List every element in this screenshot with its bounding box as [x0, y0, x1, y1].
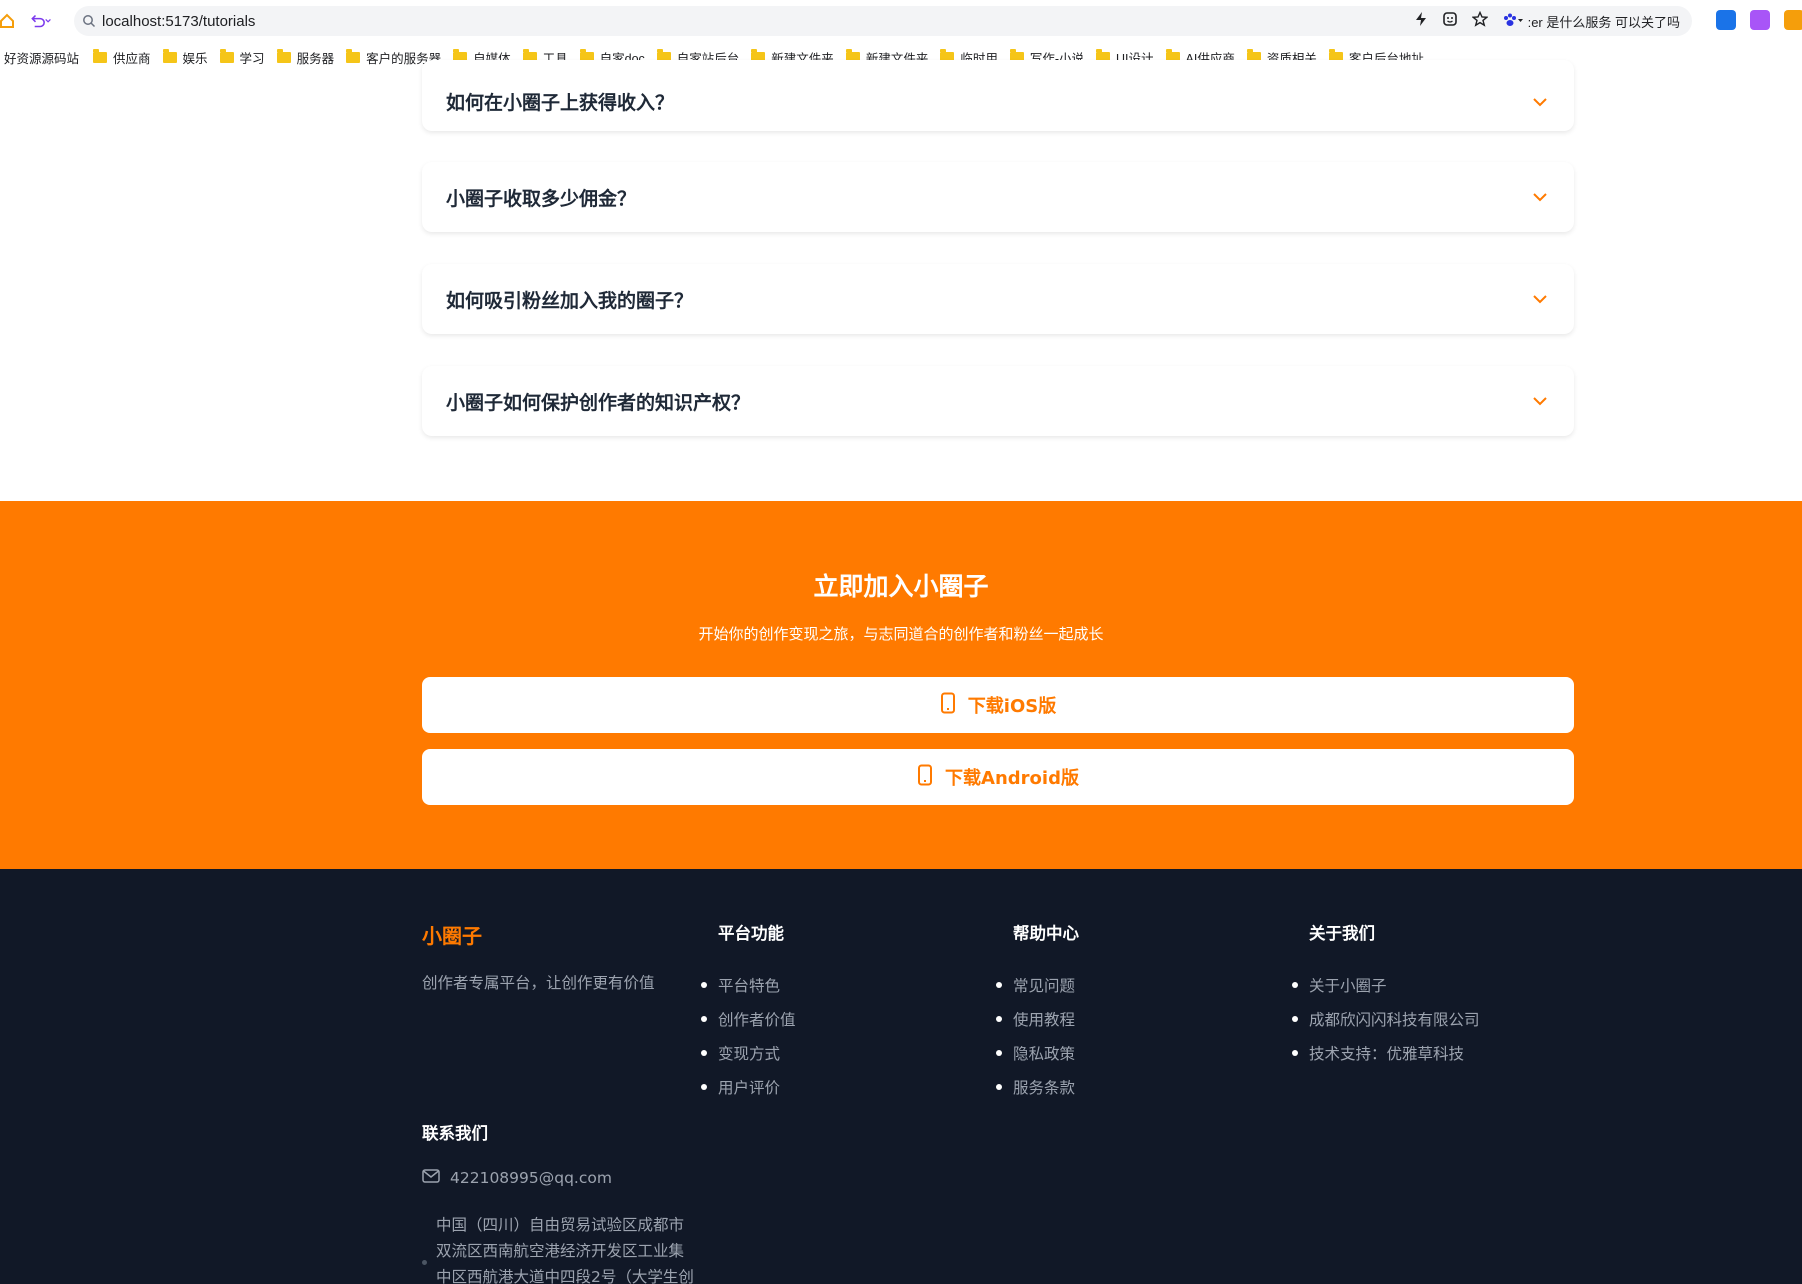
search-icon [82, 13, 96, 32]
address-bar-actions: :er 是什么服务 可以关了吗 [1414, 6, 1680, 36]
download-ios-label: 下载iOS版 [967, 696, 1057, 717]
contact-address: 中国（四川）自由贸易试验区成都市双流区西南航空港经济开发区工业集中区西航港大道中… [436, 1216, 694, 1284]
cta-section: 立即加入小圈子 开始你的创作变现之旅，与志同道合的创作者和粉丝一起成长 下载iO… [0, 501, 1802, 869]
footer-link[interactable]: 平台特色 [718, 968, 796, 1002]
footer-link[interactable]: 成都欣闪闪科技有限公司 [1309, 1002, 1480, 1036]
footer-contact-heading: 联系我们 [422, 1124, 488, 1143]
footer-link[interactable]: 创作者价值 [718, 1002, 796, 1036]
location-icon [422, 1260, 427, 1265]
search-suggestion[interactable]: :er 是什么服务 可以关了吗 [1502, 12, 1680, 31]
download-android-button[interactable]: 下载Android版 [422, 749, 1574, 805]
footer-link[interactable]: 使用教程 [1013, 1002, 1079, 1036]
folder-icon [346, 48, 361, 63]
footer-link[interactable]: 隐私政策 [1013, 1036, 1079, 1070]
star-bookmark-icon[interactable] [1470, 10, 1489, 31]
chevron-down-icon[interactable] [1530, 289, 1550, 309]
footer-platform-column: 平台功能 平台特色 创作者价值 变现方式 用户评价 [718, 920, 796, 1104]
folder-icon [276, 48, 291, 63]
cta-subtitle: 开始你的创作变现之旅，与志同道合的创作者和粉丝一起成长 [698, 625, 1104, 643]
lightning-icon[interactable] [1414, 11, 1428, 31]
chevron-down-icon[interactable] [1530, 187, 1550, 207]
footer-contact: 联系我们 422108995@qq.com 中国（四川）自由贸易试验区成都市双流… [422, 1120, 694, 1284]
download-ios-button[interactable]: 下载iOS版 [422, 677, 1574, 733]
footer-help-links: 常见问题 使用教程 隐私政策 服务条款 [1013, 968, 1079, 1104]
footer-about-links: 关于小圈子 成都欣闪闪科技有限公司 技术支持：优雅草科技 [1309, 968, 1480, 1070]
footer-link[interactable]: 技术支持：优雅草科技 [1309, 1036, 1480, 1070]
ai-extension-icon[interactable] [1750, 10, 1770, 30]
url-text[interactable]: localhost:5173/tutorials [102, 13, 255, 30]
translate-extension-icon[interactable] [1716, 10, 1736, 30]
faq-item[interactable]: 如何吸引粉丝加入我的圈子？ [422, 264, 1574, 334]
download-android-label: 下载Android版 [945, 768, 1079, 789]
faq-question: 如何吸引粉丝加入我的圈子？ [446, 289, 694, 312]
footer-help-heading: 帮助中心 [1013, 924, 1079, 943]
footer-link[interactable]: 服务条款 [1013, 1070, 1079, 1104]
address-bar[interactable]: localhost:5173/tutorials :er 是什么服务 可以关了吗 [74, 6, 1692, 36]
footer-help-column: 帮助中心 常见问题 使用教程 隐私政策 服务条款 [1013, 920, 1079, 1104]
folder-icon [219, 48, 234, 63]
bookmark-item[interactable]: 娱乐 [162, 48, 208, 67]
faq-item[interactable]: 小圈子收取多少佣金？ [422, 162, 1574, 232]
chevron-down-icon[interactable] [1530, 391, 1550, 411]
bookmark-label: 好资源源码站 [4, 51, 80, 66]
phone-icon [940, 692, 956, 719]
bookmark-label: 娱乐 [182, 51, 208, 66]
search-suggestion-text: :er 是什么服务 可以关了吗 [1527, 14, 1680, 30]
chevron-down-icon[interactable] [1530, 92, 1550, 112]
extension-icons [1716, 10, 1802, 30]
footer-link[interactable]: 常见问题 [1013, 968, 1079, 1002]
paw-search-icon [1502, 13, 1524, 30]
bookmark-label: 服务器 [296, 51, 335, 66]
footer-about-column: 关于我们 关于小圈子 成都欣闪闪科技有限公司 技术支持：优雅草科技 [1309, 920, 1480, 1070]
bookmark-label: 学习 [239, 51, 265, 66]
footer-about-heading: 关于我们 [1309, 924, 1375, 943]
faq-item[interactable]: 如何在小圈子上获得收入？ [422, 60, 1574, 131]
footer-platform-heading: 平台功能 [718, 924, 784, 943]
folder-icon [162, 48, 177, 63]
home-icon[interactable] [0, 10, 18, 32]
site-footer: 小圈子 创作者专属平台，让创作更有价值 平台功能 平台特色 创作者价值 变现方式… [0, 869, 1802, 1284]
undo-back-icon[interactable] [30, 10, 52, 32]
footer-brand[interactable]: 小圈子 [422, 920, 655, 949]
bookmark-item[interactable]: 服务器 [276, 48, 335, 67]
footer-link[interactable]: 变现方式 [718, 1036, 796, 1070]
footer-tagline: 创作者专属平台，让创作更有价值 [422, 974, 655, 992]
faq-item[interactable]: 小圈子如何保护创作者的知识产权？ [422, 366, 1574, 436]
footer-link[interactable]: 关于小圈子 [1309, 968, 1480, 1002]
cta-title: 立即加入小圈子 [813, 572, 989, 601]
contact-email[interactable]: 422108995@qq.com [450, 1169, 612, 1187]
bookmark-item[interactable]: 供应商 [93, 48, 151, 67]
folder-icon [93, 48, 108, 63]
faq-question: 小圈子收取多少佣金？ [446, 187, 637, 210]
footer-link[interactable]: 用户评价 [718, 1070, 796, 1104]
bookmark-item[interactable]: 学习 [219, 48, 265, 67]
reader-mode-icon[interactable] [1442, 11, 1458, 31]
phone-icon [917, 764, 933, 791]
footer-brand-column: 小圈子 创作者专属平台，让创作更有价值 [422, 920, 655, 993]
notes-extension-icon[interactable] [1784, 10, 1802, 30]
faq-question: 小圈子如何保护创作者的知识产权？ [446, 391, 751, 414]
faq-question: 如何在小圈子上获得收入？ [446, 92, 675, 114]
mail-icon [422, 1169, 440, 1187]
browser-toolbar: localhost:5173/tutorials :er 是什么服务 可以关了吗 [0, 0, 1802, 42]
footer-platform-links: 平台特色 创作者价值 变现方式 用户评价 [718, 968, 796, 1104]
contact-email-row[interactable]: 422108995@qq.com [422, 1169, 612, 1187]
bookmark-item[interactable]: 好资源源码站 [4, 48, 79, 67]
bookmark-label: 供应商 [113, 51, 151, 66]
